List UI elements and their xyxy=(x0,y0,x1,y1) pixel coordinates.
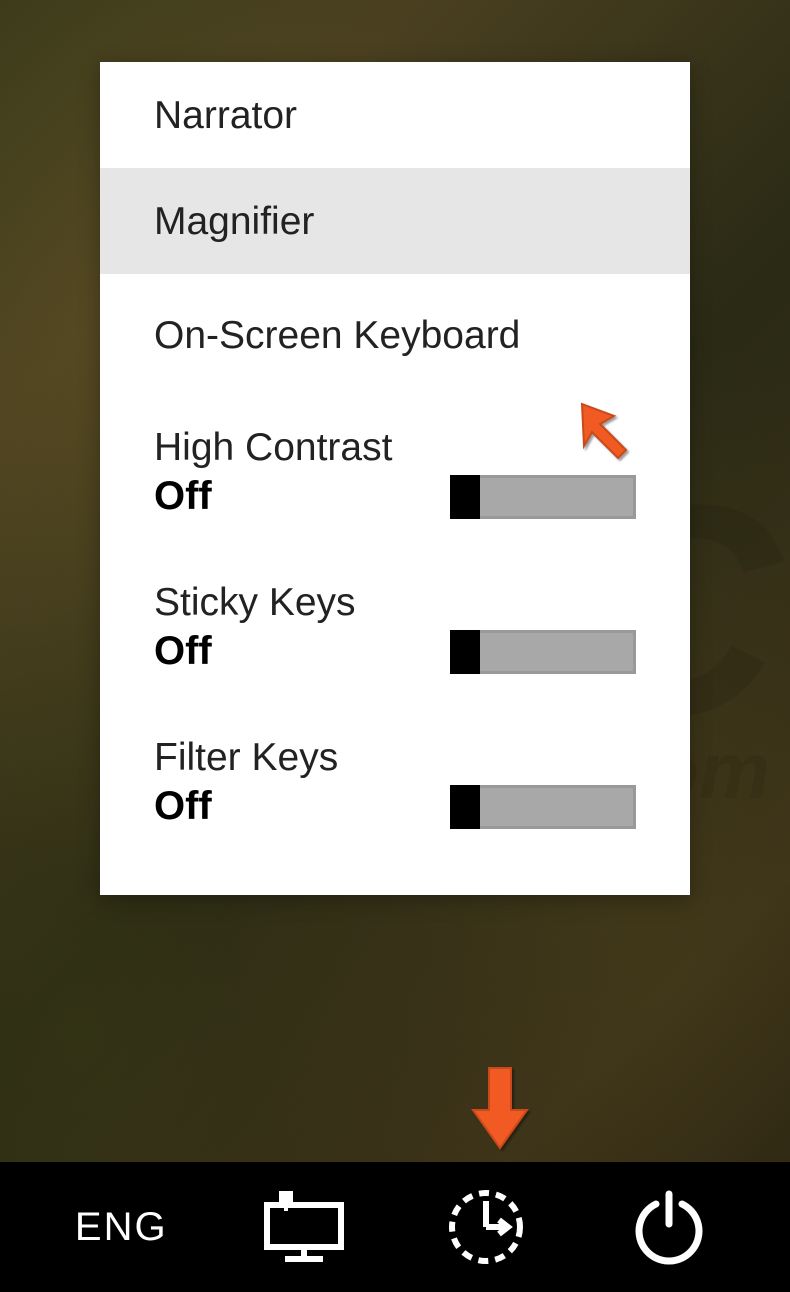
ease-of-access-button[interactable] xyxy=(421,1162,551,1292)
power-icon xyxy=(630,1188,708,1266)
menu-item-label: Magnifier xyxy=(154,200,314,243)
toggle-sticky-keys: Sticky Keys Off xyxy=(100,555,690,710)
ease-of-access-menu: Narrator Magnifier On-Screen Keyboard Hi… xyxy=(100,62,690,895)
toggle-switch[interactable] xyxy=(450,630,636,674)
toggle-state: Off xyxy=(154,629,212,674)
toggle-label: High Contrast xyxy=(154,426,636,470)
language-label: ENG xyxy=(75,1205,168,1250)
power-button[interactable] xyxy=(604,1162,734,1292)
menu-item-narrator[interactable]: Narrator xyxy=(100,62,690,168)
toggle-state: Off xyxy=(154,474,212,519)
toggle-filter-keys: Filter Keys Off xyxy=(100,710,690,865)
toggle-switch[interactable] xyxy=(450,785,636,829)
language-indicator[interactable]: ENG xyxy=(56,1162,186,1292)
menu-item-on-screen-keyboard[interactable]: On-Screen Keyboard xyxy=(100,274,690,396)
toggle-high-contrast: High Contrast Off xyxy=(100,396,690,555)
menu-item-magnifier[interactable]: Magnifier xyxy=(100,168,690,274)
taskbar: ENG xyxy=(0,1162,790,1292)
monitor-network-icon xyxy=(259,1191,349,1263)
toggle-label: Filter Keys xyxy=(154,736,636,780)
network-button[interactable] xyxy=(239,1162,369,1292)
menu-item-label: On-Screen Keyboard xyxy=(154,314,520,357)
menu-item-label: Narrator xyxy=(154,94,297,137)
toggle-label: Sticky Keys xyxy=(154,581,636,625)
toggle-switch[interactable] xyxy=(450,475,636,519)
toggle-state: Off xyxy=(154,784,212,829)
ease-of-access-icon xyxy=(444,1185,528,1269)
